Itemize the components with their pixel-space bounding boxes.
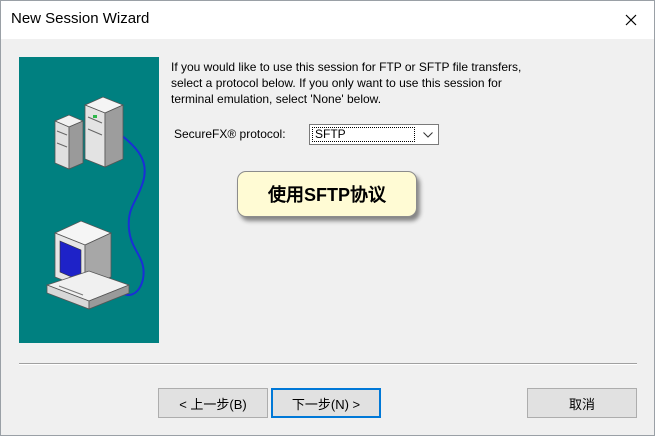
protocol-select-value: SFTP	[312, 127, 415, 142]
wizard-window: New Session Wizard If you would like to …	[0, 0, 655, 436]
dropdown-button[interactable]	[418, 125, 438, 144]
title-bar: New Session Wizard	[1, 1, 654, 39]
description-line: If you would like to use this session fo…	[171, 60, 522, 74]
close-button[interactable]	[608, 1, 654, 39]
small-server-icon	[53, 114, 85, 170]
back-button[interactable]: < 上一步(B)	[158, 388, 268, 418]
annotation-callout: 使用SFTP协议	[237, 171, 417, 217]
wizard-description: If you would like to use this session fo…	[171, 59, 611, 107]
chevron-down-icon	[423, 131, 433, 138]
footer-separator	[19, 363, 637, 365]
description-line: select a protocol below. If you only wan…	[171, 76, 502, 90]
protocol-select[interactable]: SFTP	[309, 124, 439, 145]
protocol-label: SecureFX® protocol:	[174, 127, 286, 141]
close-icon	[625, 14, 637, 26]
description-line: terminal emulation, select 'None' below.	[171, 92, 382, 106]
network-servers-illustration	[45, 96, 146, 310]
workstation-icon	[45, 220, 131, 310]
cancel-button[interactable]: 取消	[527, 388, 637, 418]
next-button[interactable]: 下一步(N) >	[271, 388, 381, 418]
window-title: New Session Wizard	[11, 10, 150, 27]
large-server-icon	[83, 96, 125, 168]
wizard-side-panel	[19, 57, 159, 343]
